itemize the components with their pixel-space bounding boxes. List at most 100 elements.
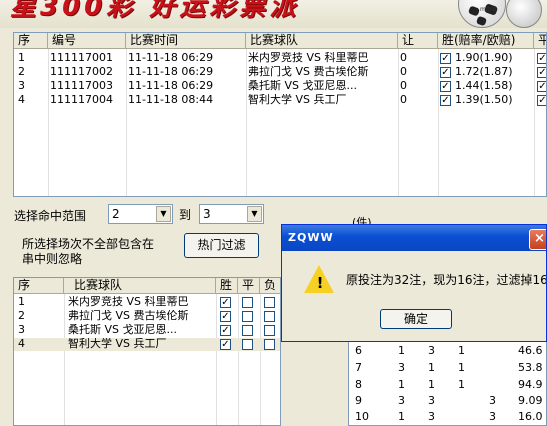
- lose-checkbox[interactable]: [264, 311, 275, 322]
- soccer-ball-icon: [506, 0, 542, 28]
- row-time: 11-11-18 06:29: [128, 80, 214, 92]
- lose-checkbox[interactable]: [264, 325, 275, 336]
- range-from-select[interactable]: 2 ▼: [108, 204, 173, 224]
- draw-checkbox[interactable]: [242, 325, 253, 336]
- result-b: 1: [428, 379, 435, 391]
- result-b: 3: [428, 395, 435, 407]
- row-seq: 4: [18, 94, 25, 106]
- col-header-time[interactable]: 比赛时间: [126, 33, 246, 49]
- list-item[interactable]: 2 弗拉门戈 VS 费古埃伦斯 ✓: [14, 310, 280, 323]
- filter-col-win[interactable]: 胜: [216, 278, 238, 294]
- draw-checkbox[interactable]: ✓: [537, 53, 546, 64]
- win-checkbox[interactable]: ✓: [440, 67, 451, 78]
- result-c: 1: [458, 362, 465, 374]
- win-checkbox[interactable]: ✓: [220, 339, 231, 350]
- win-checkbox[interactable]: ✓: [440, 81, 451, 92]
- result-d: 3: [489, 395, 496, 407]
- range-to-value: 3: [203, 207, 211, 221]
- col-header-draw[interactable]: 平: [534, 33, 546, 49]
- list-item[interactable]: 3 桑托斯 VS 戈亚尼恩... ✓: [14, 324, 280, 337]
- result-value: 16.0: [518, 411, 543, 423]
- result-n: 10: [355, 411, 369, 423]
- table-row[interactable]: 6 1 3 1 46.6: [349, 345, 546, 359]
- dialog-message: 原投注为32注，现为16注，过滤掉16注: [346, 273, 547, 287]
- results-table[interactable]: 6 1 3 1 46.6 7 3 1 1 53.8 8 1 1 1 94.9 9…: [348, 338, 547, 426]
- row-win-odds: 1.90(1.90): [455, 52, 513, 64]
- range-from-value: 2: [112, 207, 120, 221]
- win-checkbox[interactable]: ✓: [220, 311, 231, 322]
- result-b: 1: [428, 362, 435, 374]
- list-item[interactable]: 4 智利大学 VS 兵工厂 ✓: [14, 338, 280, 351]
- result-n: 7: [355, 362, 362, 374]
- win-checkbox[interactable]: ✓: [440, 95, 451, 106]
- row-teams: 桑托斯 VS 戈亚尼恩...: [248, 80, 357, 92]
- matches-table[interactable]: 序 编号 比赛时间 比赛球队 让 胜(赔率/欧赔) 平 1 111117001 …: [13, 32, 547, 197]
- result-n: 6: [355, 345, 362, 357]
- filter-col-lose[interactable]: 负: [260, 278, 280, 294]
- result-a: 1: [398, 345, 405, 357]
- col-header-handicap[interactable]: 让: [398, 33, 438, 49]
- table-row[interactable]: 8 1 1 1 94.9: [349, 379, 546, 393]
- win-checkbox[interactable]: ✓: [440, 53, 451, 64]
- hot-filter-button[interactable]: 热门过滤: [184, 233, 259, 258]
- filter-col-seq[interactable]: 序: [14, 278, 64, 294]
- filter-row-seq: 3: [18, 324, 25, 336]
- filter-row-teams: 智利大学 VS 兵工厂: [68, 338, 167, 350]
- range-label: 选择命中范围: [14, 209, 87, 223]
- result-n: 8: [355, 379, 362, 391]
- draw-checkbox[interactable]: ✓: [537, 95, 546, 106]
- draw-checkbox[interactable]: [242, 311, 253, 322]
- row-code: 111117003: [50, 80, 113, 92]
- result-a: 3: [398, 362, 405, 374]
- table-row[interactable]: 2 111117002 11-11-18 06:29 弗拉门戈 VS 费古埃伦斯…: [14, 66, 546, 79]
- row-time: 11-11-18 08:44: [128, 94, 214, 106]
- result-value: 46.6: [518, 345, 543, 357]
- filter-col-teams[interactable]: 比赛球队: [64, 278, 216, 294]
- filter-row-seq: 2: [18, 310, 25, 322]
- ball-brand-label: mitre: [480, 6, 496, 13]
- row-seq: 3: [18, 80, 25, 92]
- ok-button[interactable]: 确定: [380, 309, 452, 329]
- col-header-code[interactable]: 编号: [48, 33, 126, 49]
- table-row[interactable]: 9 3 3 3 9.09: [349, 395, 546, 409]
- row-code: 111117001: [50, 52, 113, 64]
- draw-checkbox[interactable]: ✓: [537, 67, 546, 78]
- draw-checkbox[interactable]: [242, 297, 253, 308]
- table-row[interactable]: 10 1 3 3 16.0: [349, 411, 546, 425]
- win-checkbox[interactable]: ✓: [220, 297, 231, 308]
- close-icon[interactable]: ×: [529, 229, 546, 250]
- table-row[interactable]: 1 111117001 11-11-18 06:29 米内罗竞技 VS 科里蒂巴…: [14, 52, 546, 65]
- table-row[interactable]: 3 111117003 11-11-18 06:29 桑托斯 VS 戈亚尼恩..…: [14, 80, 546, 93]
- result-c: 1: [458, 379, 465, 391]
- chevron-down-icon[interactable]: ▼: [156, 206, 171, 222]
- range-to-select[interactable]: 3 ▼: [199, 204, 264, 224]
- banner-title: 星300彩 好运彩票派: [10, 0, 300, 22]
- filter-row-teams: 桑托斯 VS 戈亚尼恩...: [68, 324, 177, 336]
- col-header-win[interactable]: 胜(赔率/欧赔): [438, 33, 534, 49]
- list-item[interactable]: 1 米内罗竞技 VS 科里蒂巴 ✓: [14, 296, 280, 309]
- result-d: 3: [489, 411, 496, 423]
- col-header-seq[interactable]: 序: [14, 33, 48, 49]
- table-row[interactable]: 7 3 1 1 53.8: [349, 362, 546, 376]
- ignore-note-line2: 串中则忽略: [22, 252, 83, 266]
- col-header-teams[interactable]: 比赛球队: [246, 33, 398, 49]
- range-to-label: 到: [179, 208, 192, 222]
- lose-checkbox[interactable]: [264, 297, 275, 308]
- filter-col-draw[interactable]: 平: [238, 278, 260, 294]
- result-a: 1: [398, 379, 405, 391]
- row-seq: 2: [18, 66, 25, 78]
- filter-table[interactable]: 序 比赛球队 胜 平 负 1 米内罗竞技 VS 科里蒂巴 ✓ 2 弗拉门戈 VS…: [13, 277, 281, 426]
- chevron-down-icon[interactable]: ▼: [247, 206, 262, 222]
- result-value: 94.9: [518, 379, 543, 391]
- lose-checkbox[interactable]: [264, 339, 275, 350]
- win-checkbox[interactable]: ✓: [220, 325, 231, 336]
- draw-checkbox[interactable]: [242, 339, 253, 350]
- app-banner: 星300彩 好运彩票派 mitre: [0, 0, 547, 28]
- row-time: 11-11-18 06:29: [128, 66, 214, 78]
- row-teams: 弗拉门戈 VS 费古埃伦斯: [248, 66, 369, 78]
- row-handicap: 0: [400, 94, 407, 106]
- table-row[interactable]: 4 111117004 11-11-18 08:44 智利大学 VS 兵工厂 0…: [14, 94, 546, 107]
- row-win-odds: 1.72(1.87): [455, 66, 513, 78]
- row-teams: 米内罗竞技 VS 科里蒂巴: [248, 52, 369, 64]
- draw-checkbox[interactable]: ✓: [537, 81, 546, 92]
